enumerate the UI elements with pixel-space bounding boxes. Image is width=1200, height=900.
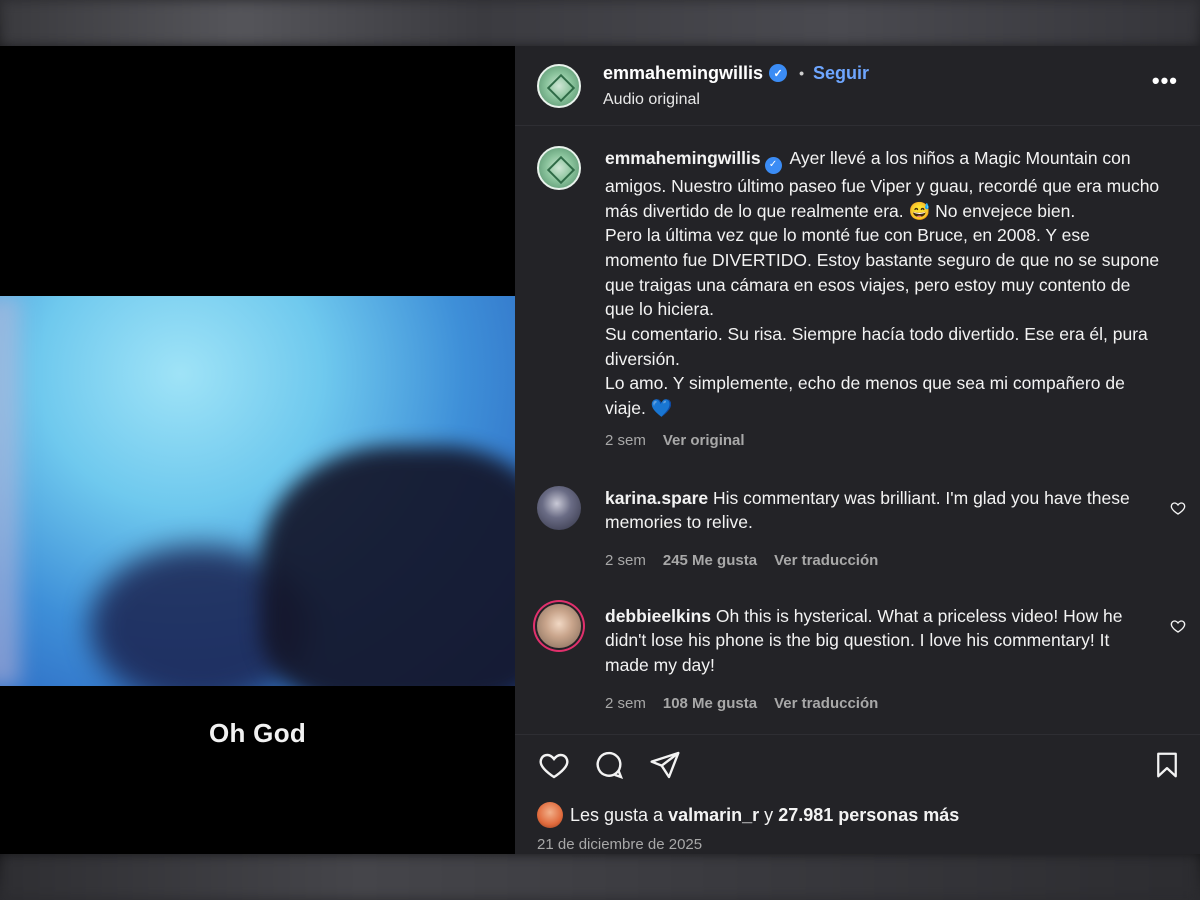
audio-label[interactable]: Audio original bbox=[603, 91, 869, 109]
post-side-panel: emmahemingwillis ✓ • Seguir Audio origin… bbox=[515, 46, 1200, 854]
comment-item: debbieelkins Oh this is hysterical. What… bbox=[515, 603, 1200, 717]
blur-shape-head bbox=[260, 446, 515, 686]
author-username[interactable]: emmahemingwillis bbox=[603, 63, 763, 84]
separator-dot: • bbox=[799, 65, 804, 81]
top-blurred-strip bbox=[0, 0, 1200, 46]
likes-prefix: Les gusta a bbox=[570, 804, 664, 825]
post-caption: emmahemingwillis ✓ Ayer llevé a los niños… bbox=[515, 146, 1200, 454]
post-date: 21 de diciembre de 2025 bbox=[537, 836, 703, 853]
liker-avatar[interactable] bbox=[537, 802, 563, 828]
post-modal: Oh God emmahemingwillis ✓ • Seguir Audio… bbox=[0, 46, 1200, 854]
video-player[interactable]: Oh God bbox=[0, 46, 515, 854]
commenter-username[interactable]: karina.spare bbox=[605, 488, 708, 508]
caption-text-2: Pero la última vez que lo monté fue con … bbox=[605, 225, 1160, 320]
more-options-icon[interactable]: ••• bbox=[1152, 68, 1178, 94]
comment-timestamp: 2 sem bbox=[605, 551, 646, 569]
likes-summary[interactable]: Les gusta a valmarin_r y 27.981 personas… bbox=[537, 802, 959, 828]
video-subtitle: Oh God bbox=[208, 718, 307, 748]
caption-text-4: Lo amo. Y simplemente, echo de menos que… bbox=[605, 373, 1125, 419]
see-original-button[interactable]: Ver original bbox=[663, 429, 745, 454]
liker-username[interactable]: valmarin_r bbox=[668, 805, 759, 826]
caption-text-3: Su comentario. Su risa. Siempre hacía to… bbox=[605, 324, 1148, 369]
like-heart-icon[interactable] bbox=[537, 749, 571, 781]
comment-icon[interactable] bbox=[592, 749, 626, 781]
post-header: emmahemingwillis ✓ • Seguir Audio origin… bbox=[515, 46, 1200, 126]
author-avatar[interactable] bbox=[537, 63, 581, 108]
likes-count[interactable]: 27.981 personas más bbox=[778, 805, 959, 826]
comment-likes-count[interactable]: 108 Me gusta bbox=[663, 692, 757, 717]
blur-shape-left bbox=[0, 296, 20, 686]
comments-list[interactable]: emmahemingwillis ✓ Ayer llevé a los niños… bbox=[515, 126, 1200, 734]
caption-timestamp: 2 sem bbox=[605, 431, 646, 449]
comment-item: karina.spare His commentary was brillian… bbox=[515, 485, 1200, 574]
likes-conjunction: y bbox=[764, 804, 774, 825]
share-paper-plane-icon[interactable] bbox=[648, 749, 682, 781]
commenter-avatar[interactable] bbox=[537, 603, 581, 648]
see-translation-button[interactable]: Ver traducción bbox=[774, 549, 878, 574]
video-frame[interactable] bbox=[0, 296, 515, 686]
commenter-username[interactable]: debbieelkins bbox=[605, 606, 711, 626]
verified-badge-icon: ✓ bbox=[769, 64, 788, 82]
follow-button[interactable]: Seguir bbox=[813, 63, 869, 84]
verified-badge-icon: ✓ bbox=[764, 156, 782, 174]
comment-likes-count[interactable]: 245 Me gusta bbox=[663, 549, 757, 574]
bottom-blurred-strip bbox=[0, 854, 1200, 900]
commenter-avatar[interactable] bbox=[537, 485, 581, 530]
comment-timestamp: 2 sem bbox=[605, 694, 646, 712]
caption-author-avatar[interactable] bbox=[537, 146, 581, 190]
caption-username[interactable]: emmahemingwillis bbox=[605, 148, 761, 168]
see-translation-button[interactable]: Ver traducción bbox=[774, 692, 878, 717]
action-bar bbox=[515, 734, 1200, 781]
comment-like-heart-icon[interactable] bbox=[1170, 618, 1186, 634]
comment-like-heart-icon[interactable] bbox=[1170, 500, 1186, 516]
save-bookmark-icon[interactable] bbox=[1152, 749, 1182, 781]
